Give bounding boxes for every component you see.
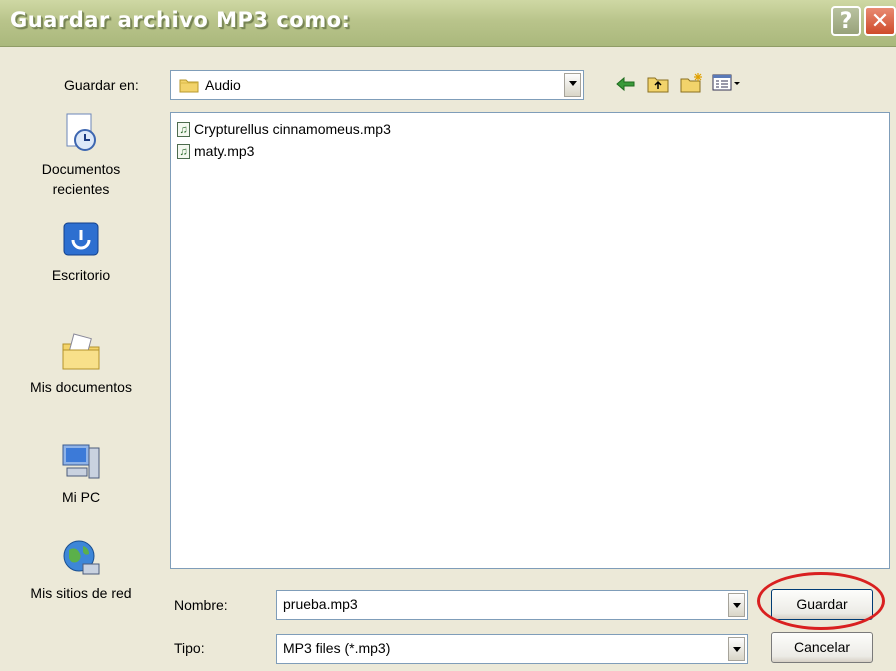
- save-in-dropdown[interactable]: Audio: [170, 70, 584, 100]
- filetype-value: MP3 files (*.mp3): [283, 640, 391, 656]
- sidebar-item-network-places[interactable]: Mis sitios de red: [0, 538, 162, 601]
- list-item[interactable]: ♫ maty.mp3: [177, 143, 254, 159]
- desktop-icon: [63, 222, 99, 256]
- filename-label: Nombre:: [174, 597, 228, 613]
- back-icon[interactable]: [615, 75, 637, 93]
- close-button[interactable]: ✕: [864, 6, 896, 36]
- help-button[interactable]: ?: [831, 6, 861, 36]
- list-item[interactable]: ♫ Crypturellus cinnamomeus.mp3: [177, 121, 391, 137]
- title-bar[interactable]: Guardar archivo MP3 como: ? ✕: [0, 0, 896, 47]
- filename-input[interactable]: prueba.mp3: [276, 590, 748, 620]
- places-bar: Documentos recientes Escritorio Mis docu…: [0, 98, 162, 671]
- audio-file-icon: ♫: [177, 121, 190, 137]
- chevron-down-icon[interactable]: [728, 593, 745, 617]
- sidebar-item-recent-documents[interactable]: Documentos recientes: [0, 112, 162, 199]
- my-computer-icon: [62, 444, 100, 479]
- sidebar-item-label: Documentos recientes: [41, 161, 121, 197]
- filename-value: prueba.mp3: [283, 596, 358, 612]
- view-menu-icon[interactable]: [712, 74, 742, 92]
- recent-documents-icon: [66, 113, 96, 151]
- audio-file-icon: ♫: [177, 143, 190, 159]
- sidebar-item-label: Mis documentos: [30, 379, 132, 395]
- window-title: Guardar archivo MP3 como:: [10, 8, 351, 32]
- save-in-value: Audio: [205, 77, 241, 93]
- save-in-label: Guardar en:: [64, 77, 139, 93]
- chevron-down-icon[interactable]: [564, 73, 581, 97]
- sidebar-item-label: Mis sitios de red: [30, 585, 132, 601]
- network-places-icon: [63, 540, 100, 575]
- chevron-down-icon[interactable]: [728, 637, 745, 661]
- sidebar-item-label: Mi PC: [61, 489, 101, 505]
- folder-icon: [179, 79, 199, 93]
- sidebar-item-my-computer[interactable]: Mi PC: [0, 442, 162, 505]
- file-name: Crypturellus cinnamomeus.mp3: [194, 121, 391, 137]
- filetype-label: Tipo:: [174, 640, 205, 656]
- sidebar-item-desktop[interactable]: Escritorio: [0, 220, 162, 283]
- sidebar-item-my-documents[interactable]: Mis documentos: [0, 332, 162, 395]
- filetype-dropdown[interactable]: MP3 files (*.mp3): [276, 634, 748, 664]
- sidebar-item-label: Escritorio: [51, 267, 111, 283]
- save-button[interactable]: Guardar: [771, 589, 873, 620]
- new-folder-icon[interactable]: [680, 72, 704, 94]
- up-folder-icon[interactable]: [647, 74, 669, 94]
- my-documents-icon: [62, 333, 100, 370]
- file-list[interactable]: ♫ Crypturellus cinnamomeus.mp3 ♫ maty.mp…: [170, 112, 890, 569]
- cancel-button[interactable]: Cancelar: [771, 632, 873, 663]
- file-name: maty.mp3: [194, 143, 255, 159]
